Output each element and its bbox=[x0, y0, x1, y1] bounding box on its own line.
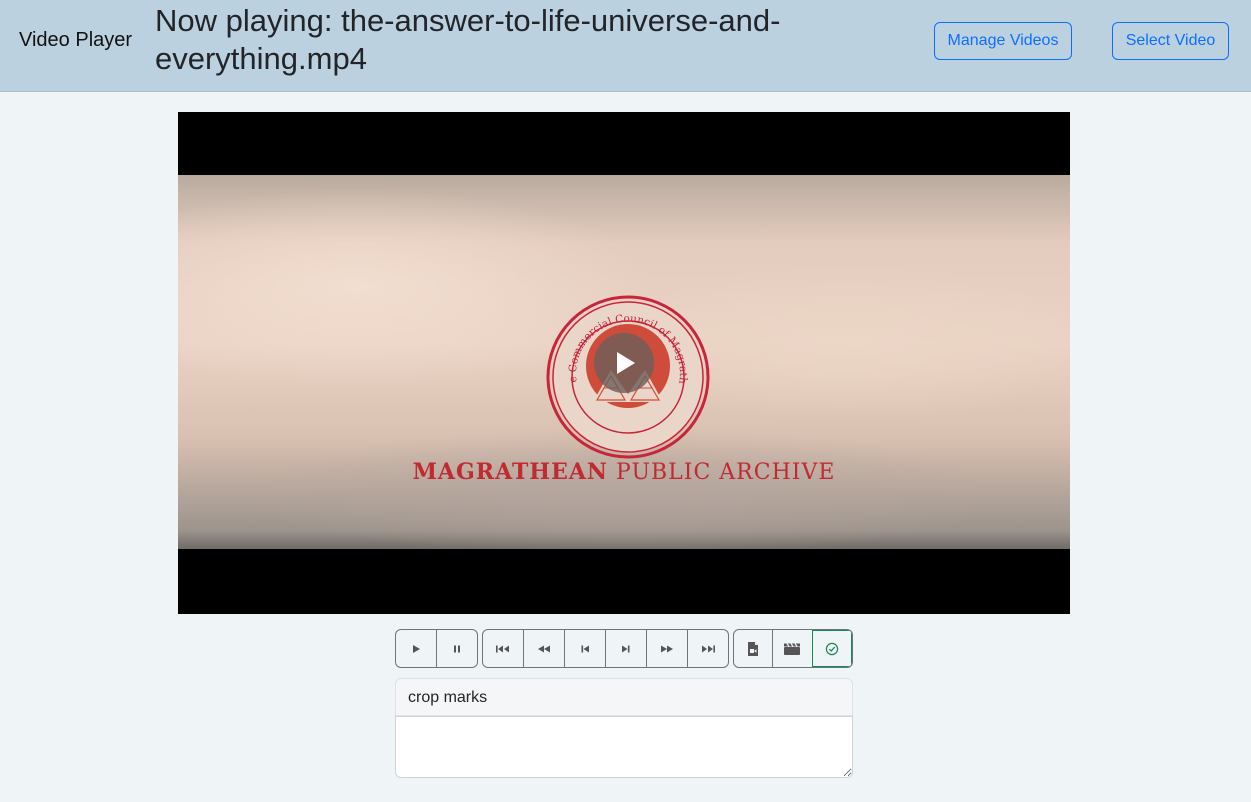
file-video-icon bbox=[748, 641, 759, 656]
step-back-button[interactable] bbox=[564, 630, 605, 667]
clapperboard-icon bbox=[784, 642, 801, 655]
pause-icon bbox=[454, 645, 460, 652]
annotation-notes-textarea[interactable] bbox=[395, 716, 853, 778]
fast-forward-icon bbox=[661, 645, 673, 652]
select-video-button[interactable]: Select Video bbox=[1112, 22, 1229, 60]
play-overlay-button[interactable] bbox=[594, 333, 654, 393]
app-brand: Video Player bbox=[19, 29, 133, 51]
rewind-icon bbox=[538, 645, 550, 652]
annotation-label: crop marks bbox=[395, 678, 853, 716]
video-file-button[interactable] bbox=[734, 630, 772, 667]
step-forward-icon bbox=[622, 645, 630, 652]
check-circle-icon bbox=[825, 642, 839, 655]
top-navbar: Video Player Now playing: the-answer-to-… bbox=[0, 0, 1251, 92]
play-icon bbox=[413, 644, 420, 653]
step-back-icon bbox=[581, 645, 589, 652]
tool-controls bbox=[733, 629, 853, 668]
archive-title: MAGRATHEAN PUBLIC ARCHIVE bbox=[178, 459, 1070, 485]
clapperboard-button[interactable] bbox=[772, 630, 811, 667]
rewind-button[interactable] bbox=[523, 630, 564, 667]
confirm-button[interactable] bbox=[811, 630, 852, 667]
now-playing-title: Now playing: the-answer-to-life-universe… bbox=[155, 3, 781, 76]
archive-title-bold: MAGRATHEAN bbox=[412, 459, 609, 485]
skip-start-icon bbox=[496, 645, 509, 652]
playback-controls bbox=[395, 629, 478, 668]
skip-to-end-button[interactable] bbox=[687, 630, 728, 667]
archive-title-regular: PUBLIC ARCHIVE bbox=[616, 460, 836, 485]
skip-to-start-button[interactable] bbox=[483, 630, 523, 667]
skip-end-icon bbox=[702, 645, 715, 652]
fast-forward-button[interactable] bbox=[646, 630, 687, 667]
step-forward-button[interactable] bbox=[605, 630, 646, 667]
pause-button[interactable] bbox=[436, 630, 477, 667]
manage-videos-button[interactable]: Manage Videos bbox=[934, 22, 1072, 60]
seek-controls bbox=[482, 629, 729, 668]
video-player[interactable]: The Commercial Council of Magrathea MAGR… bbox=[178, 112, 1070, 614]
play-button[interactable] bbox=[396, 630, 436, 667]
